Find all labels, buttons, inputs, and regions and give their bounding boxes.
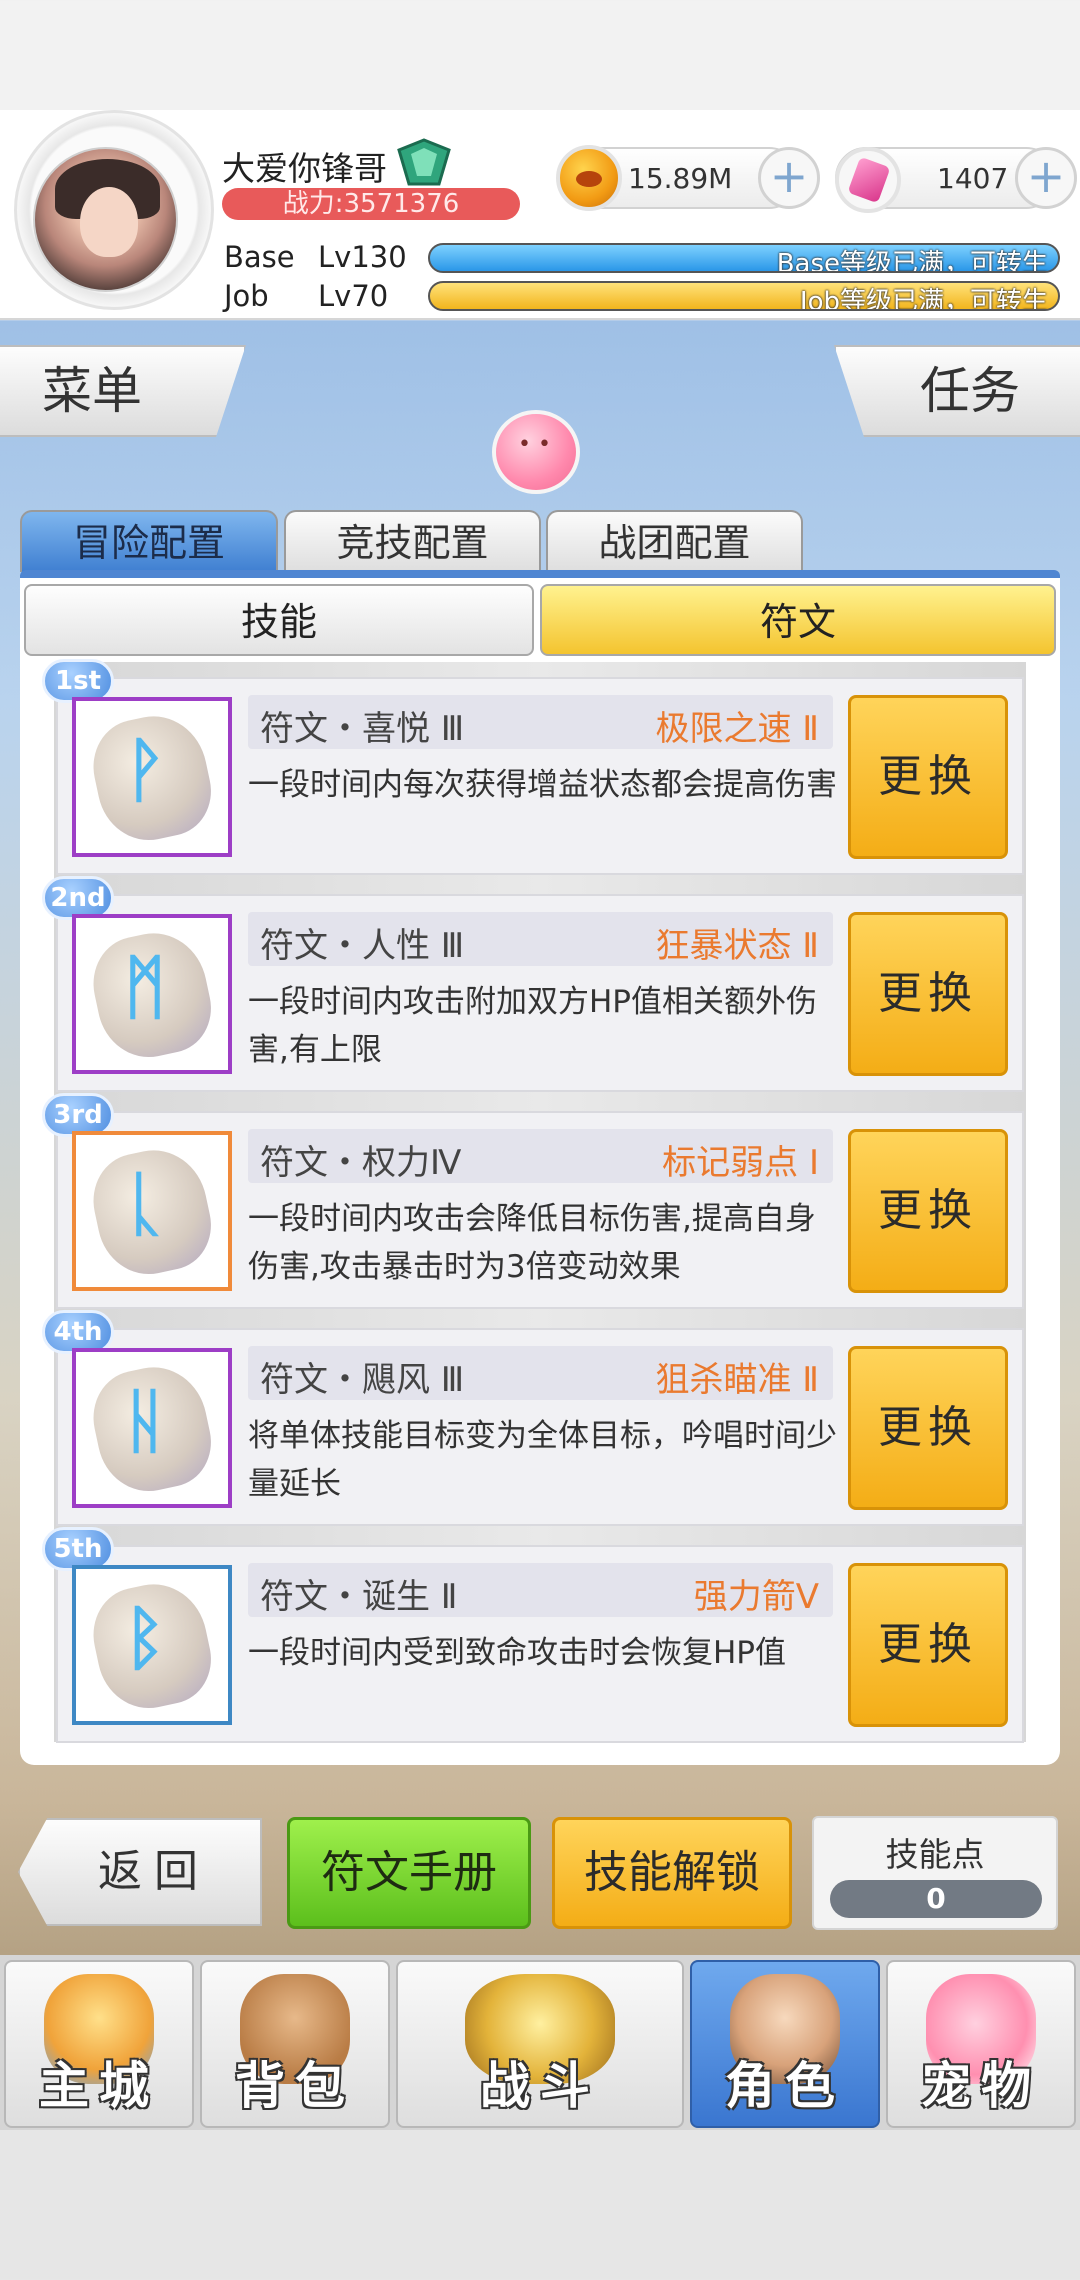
rune-row: 1st ᚹ 符文・喜悦 Ⅲ 极限之速 Ⅱ 一段时间内每次获得增益状态都会提高伤害… [42, 659, 1024, 875]
poring-pet-icon[interactable] [492, 410, 580, 494]
nav-label: 主城 [39, 2057, 159, 2115]
nav-label: 背包 [235, 2057, 355, 2115]
swap-rune-button[interactable]: 更换 [848, 695, 1008, 859]
rune-description: 将单体技能目标变为全体目标，吟唱时间少量延长 [248, 1418, 837, 1502]
rune-header: 符文・喜悦 Ⅲ 极限之速 Ⅱ [248, 695, 833, 749]
tab-adventure-config[interactable]: 冒险配置 [20, 510, 278, 572]
add-gem-button[interactable]: + [1015, 147, 1077, 209]
combat-power: 战力:3571376 [222, 188, 520, 220]
gem-counter: 1407 + [835, 147, 1077, 213]
base-label: Base [224, 240, 295, 274]
nav-character[interactable]: 角色 [690, 1960, 880, 2128]
subtab-skill[interactable]: 技能 [24, 584, 534, 656]
skill-points-label: 技能点 [885, 1835, 985, 1874]
job-exp-bar: Job等级已满，可转生 [428, 281, 1060, 311]
rune-name: 符文・喜悦 Ⅲ [260, 709, 465, 749]
nav-pet[interactable]: 宠物 [886, 1960, 1076, 2128]
skill-points-value: 0 [830, 1880, 1042, 1918]
rune-skill-tag: 狂暴状态 Ⅱ [655, 926, 819, 966]
rune-icon-frame[interactable]: ᛒ [72, 1565, 232, 1725]
rune-header: 符文・诞生 Ⅱ 强力箭Ⅴ [248, 1563, 833, 1617]
rune-name: 符文・飓风 Ⅲ [260, 1360, 465, 1400]
nav-battle[interactable]: 战斗 [396, 1960, 684, 2128]
rune-description: 一段时间内攻击会降低目标伤害,提高自身伤害,攻击暴击时为3倍变动效果 [248, 1201, 816, 1285]
nav-label: 宠物 [921, 2057, 1041, 2115]
rune-icon-frame[interactable]: ᚹ [72, 697, 232, 857]
rune-description: 一段时间内每次获得增益状态都会提高伤害 [248, 767, 837, 803]
rank-emblem-icon [397, 138, 451, 186]
gold-amount: 15.89M [628, 162, 733, 195]
rune-row: 3rd ᚳ 符文・权力Ⅳ 标记弱点 Ⅰ 一段时间内攻击会降低目标伤害,提高自身伤… [42, 1093, 1024, 1309]
rune-description: 一段时间内攻击附加双方HP值相关额外伤害,有上限 [248, 984, 818, 1068]
rune-name: 符文・诞生 Ⅱ [260, 1577, 458, 1617]
rune-skill-tag: 狙杀瞄准 Ⅱ [655, 1360, 819, 1400]
gem-amount: 1407 [937, 162, 1009, 195]
swap-rune-button[interactable]: 更换 [848, 912, 1008, 1076]
rune-header: 符文・飓风 Ⅲ 狙杀瞄准 Ⅱ [248, 1346, 833, 1400]
gold-coin-icon [556, 145, 622, 211]
base-exp-status: Base等级已满，可转生 [776, 249, 1048, 273]
swap-rune-button[interactable]: 更换 [848, 1346, 1008, 1510]
rune-glyph: ᚺ [124, 1380, 166, 1462]
skill-points-box: 技能点 0 [812, 1816, 1058, 1930]
rune-name: 符文・权力Ⅳ [260, 1143, 462, 1183]
base-level: Lv130 [318, 240, 407, 274]
subtab-rune[interactable]: 符文 [540, 584, 1056, 656]
rune-header: 符文・人性 Ⅲ 狂暴状态 Ⅱ [248, 912, 833, 966]
nav-label: 角色 [725, 2057, 845, 2115]
rune-handbook-button[interactable]: 符文手册 [287, 1817, 531, 1929]
avatar-face [80, 187, 138, 257]
job-exp-status: Job等级已满，可转生 [799, 287, 1048, 311]
swap-rune-button[interactable]: 更换 [848, 1563, 1008, 1727]
rune-row: 5th ᛒ 符文・诞生 Ⅱ 强力箭Ⅴ 一段时间内受到致命攻击时会恢复HP值 更换 [42, 1527, 1024, 1743]
rune-glyph: ᚹ [124, 729, 166, 811]
rune-glyph: ᚳ [124, 1163, 166, 1245]
rune-skill-tag: 标记弱点 Ⅰ [662, 1143, 819, 1183]
rune-row: 2nd ᛗ 符文・人性 Ⅲ 狂暴状态 Ⅱ 一段时间内攻击附加双方HP值相关额外伤… [42, 876, 1024, 1092]
task-button[interactable]: 任务 [834, 345, 1080, 437]
rune-row: 4th ᚺ 符文・飓风 Ⅲ 狙杀瞄准 Ⅱ 将单体技能目标变为全体目标，吟唱时间少… [42, 1310, 1024, 1526]
rune-icon-frame[interactable]: ᚳ [72, 1131, 232, 1291]
nav-label: 战斗 [480, 2057, 600, 2115]
rune-icon-frame[interactable]: ᚺ [72, 1348, 232, 1508]
nav-backpack[interactable]: 背包 [200, 1960, 390, 2128]
rune-icon-frame[interactable]: ᛗ [72, 914, 232, 1074]
skill-unlock-button[interactable]: 技能解锁 [552, 1817, 792, 1929]
rune-description: 一段时间内受到致命攻击时会恢复HP值 [248, 1635, 787, 1671]
tab-arena-config[interactable]: 竞技配置 [284, 510, 541, 572]
back-button[interactable]: 返回 [18, 1818, 262, 1926]
rune-glyph: ᛗ [124, 946, 166, 1028]
gem-icon [835, 147, 901, 213]
gold-counter: 15.89M + [556, 145, 820, 211]
tab-guild-config[interactable]: 战团配置 [546, 510, 803, 572]
job-label: Job [224, 279, 269, 313]
rune-skill-tag: 强力箭Ⅴ [693, 1577, 819, 1617]
rune-name: 符文・人性 Ⅲ [260, 926, 465, 966]
base-exp-bar: Base等级已满，可转生 [428, 243, 1060, 273]
rune-skill-tag: 极限之速 Ⅱ [655, 709, 819, 749]
job-level: Lv70 [318, 279, 389, 313]
swap-rune-button[interactable]: 更换 [848, 1129, 1008, 1293]
avatar[interactable] [33, 147, 178, 292]
player-name: 大爱你锋哥 [222, 149, 387, 188]
rune-header: 符文・权力Ⅳ 标记弱点 Ⅰ [248, 1129, 833, 1183]
add-gold-button[interactable]: + [758, 147, 820, 209]
menu-button[interactable]: 菜单 [0, 345, 246, 437]
rune-glyph: ᛒ [124, 1597, 166, 1679]
nav-main-city[interactable]: 主城 [4, 1960, 194, 2128]
